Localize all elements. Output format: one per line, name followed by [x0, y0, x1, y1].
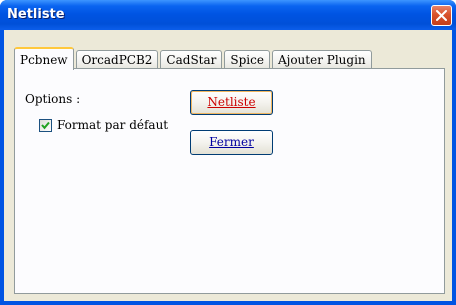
default-format-checkbox[interactable] — [39, 119, 52, 132]
window-title: Netliste — [7, 7, 65, 22]
title-bar[interactable]: Netliste — [0, 0, 456, 30]
default-format-label[interactable]: Format par défaut — [57, 118, 168, 132]
tab-strip: Pcbnew OrcadPCB2 CadStar Spice Ajouter P… — [14, 45, 374, 70]
close-button[interactable]: Fermer — [190, 130, 273, 155]
netlist-dialog: Netliste Pcbnew OrcadPCB2 CadStar Spice … — [0, 0, 456, 305]
tab-cadstar[interactable]: CadStar — [160, 50, 223, 69]
checkmark-icon — [41, 121, 50, 130]
close-icon — [436, 10, 447, 21]
tab-orcadpcb2[interactable]: OrcadPCB2 — [75, 50, 159, 69]
options-label: Options : — [25, 92, 81, 106]
close-window-button[interactable] — [431, 5, 452, 26]
tab-spice[interactable]: Spice — [224, 50, 270, 69]
netlist-button[interactable]: Netliste — [190, 90, 273, 115]
tab-ajouter-plugin[interactable]: Ajouter Plugin — [271, 50, 372, 69]
dialog-client-area: Pcbnew OrcadPCB2 CadStar Spice Ajouter P… — [4, 30, 452, 301]
tab-pcbnew[interactable]: Pcbnew — [14, 47, 74, 70]
